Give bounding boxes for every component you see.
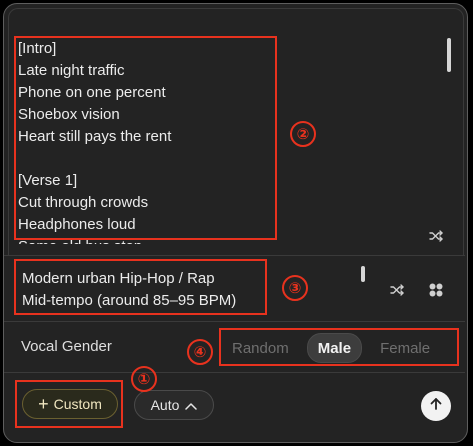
divider	[4, 255, 465, 256]
auto-dropdown[interactable]: Auto	[134, 390, 214, 420]
vocal-gender-label: Vocal Gender	[21, 338, 112, 355]
annotation-number-2: ②	[290, 121, 316, 147]
style-scrollbar[interactable]	[361, 266, 365, 282]
annotation-box-vocal	[219, 328, 459, 366]
divider	[4, 372, 465, 373]
annotation-number-4: ④	[187, 339, 213, 365]
arrow-up-icon	[429, 397, 443, 416]
divider	[4, 321, 465, 322]
annotation-box-style	[14, 259, 267, 315]
lyrics-scrollbar[interactable]	[447, 38, 451, 72]
chevron-up-icon	[185, 397, 198, 413]
shuffle-icon[interactable]	[427, 227, 445, 245]
send-button[interactable]	[421, 391, 451, 421]
shuffle-icon[interactable]	[388, 281, 406, 299]
grid-icon[interactable]	[427, 281, 445, 299]
annotation-box-lyrics	[14, 36, 277, 240]
auto-dropdown-label: Auto	[150, 397, 180, 413]
annotation-box-custom	[15, 380, 123, 428]
annotation-number-1: ①	[131, 366, 157, 392]
annotation-number-3: ③	[282, 275, 308, 301]
